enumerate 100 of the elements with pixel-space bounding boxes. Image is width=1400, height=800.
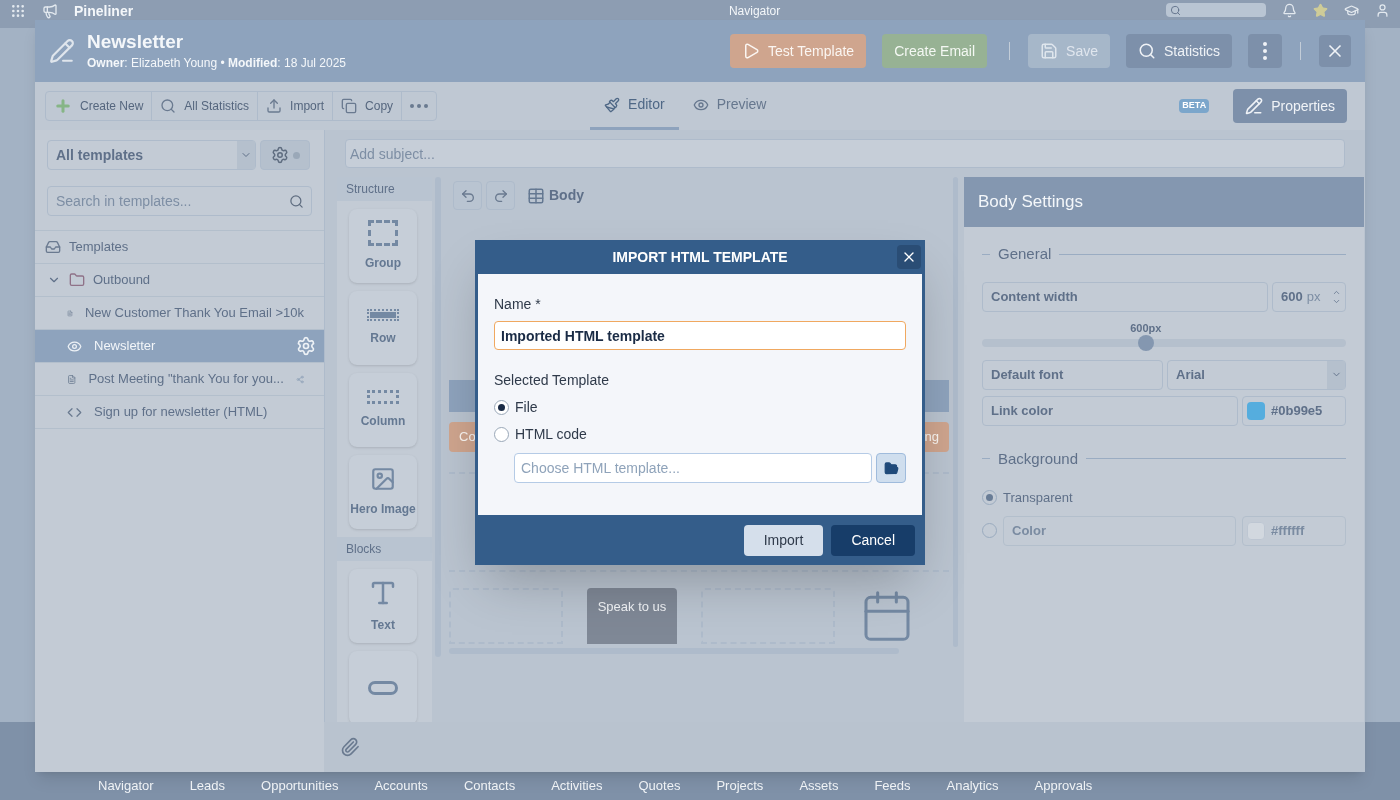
nav-item[interactable]: Analytics — [946, 775, 999, 795]
megaphone-icon[interactable] — [42, 3, 58, 19]
search-icon — [160, 98, 177, 114]
nav-item[interactable]: Quotes — [638, 775, 681, 795]
field-label: Selected Template — [494, 371, 610, 390]
properties-button[interactable]: Properties — [1233, 89, 1347, 123]
slider-reading: 600px — [1130, 320, 1162, 336]
radio-button[interactable] — [494, 427, 509, 442]
upload-icon — [266, 98, 283, 114]
play-icon — [742, 42, 760, 60]
nav-item[interactable]: Opportunities — [261, 775, 339, 795]
template-item[interactable]: Post Meeting "thank You for you... — [35, 363, 324, 396]
color-swatch-icon — [1247, 401, 1265, 420]
section-title: Background — [998, 448, 1079, 469]
settings-icon — [270, 146, 289, 164]
field-label: Color — [1003, 515, 1236, 546]
page-title: Navigator — [728, 3, 781, 19]
tree-folder[interactable]: Outbound — [35, 264, 324, 297]
file-field[interactable]: Choose HTML template... — [514, 453, 872, 483]
palette-block[interactable]: Hero Image — [349, 455, 417, 529]
settings-icon[interactable] — [296, 336, 316, 356]
template-name: New Customer Thank You Email >10k — [84, 304, 304, 323]
dashed-square-icon — [368, 220, 398, 246]
toolbar-button[interactable]: All Statistics — [152, 92, 259, 120]
nav-item[interactable]: Contacts — [463, 775, 516, 795]
redo-button[interactable] — [486, 181, 515, 210]
color-field[interactable]: #ffffff — [1242, 515, 1346, 546]
palette-block[interactable]: Text — [349, 569, 417, 643]
search-icon — [1138, 42, 1156, 60]
template-item[interactable]: Sign up for newsletter (HTML) — [35, 396, 324, 429]
column-icon — [367, 390, 399, 404]
folder-icon — [69, 272, 85, 288]
search-field[interactable]: Search in templates... — [47, 186, 312, 216]
subject-field[interactable]: Add subject... — [345, 139, 1345, 168]
template-item[interactable]: Newsletter — [35, 330, 324, 363]
header-button[interactable]: Test Template — [730, 34, 867, 68]
radio-button[interactable] — [494, 400, 509, 415]
toolbar-button[interactable]: Copy — [333, 92, 403, 120]
header-button[interactable]: Create Email — [882, 34, 988, 68]
header-button[interactable]: Statistics — [1126, 34, 1232, 68]
settings-button[interactable] — [260, 140, 310, 170]
table-icon — [527, 186, 545, 205]
apps-icon[interactable] — [10, 3, 26, 19]
nav-item[interactable]: Assets — [799, 775, 839, 795]
tree-folder[interactable]: Templates — [35, 231, 324, 264]
radio-label: Transparent — [1003, 489, 1073, 507]
palette-block[interactable]: Row — [349, 291, 417, 365]
speak-button[interactable]: Speak to us — [587, 588, 677, 644]
filter-select[interactable]: All templates — [47, 140, 256, 170]
nav-item[interactable]: Navigator — [98, 775, 154, 795]
panel-header: Body Settings — [964, 177, 1364, 227]
nav-item[interactable]: Approvals — [1034, 775, 1093, 795]
eye-icon — [67, 338, 82, 354]
toolbar-button[interactable]: Import — [258, 92, 334, 120]
paperclip-icon[interactable] — [340, 737, 360, 757]
breadcrumb: Body — [549, 186, 584, 205]
dialog-title: IMPORT HTML TEMPLATE — [612, 247, 788, 267]
beta-badge: BETA — [1179, 99, 1210, 113]
field-label: Default font — [982, 359, 1163, 390]
search-icon — [1170, 4, 1181, 16]
browse-button[interactable] — [876, 453, 906, 483]
palette-block[interactable]: Column — [349, 373, 417, 447]
row-icon — [367, 309, 399, 321]
field-label: Link color — [982, 395, 1238, 426]
template-name: Post Meeting "thank You for you... — [88, 370, 284, 389]
folder-icon — [883, 460, 899, 476]
dialog-button[interactable]: Cancel — [831, 524, 915, 556]
palette-section-title: Blocks — [337, 537, 432, 561]
close-button[interactable] — [897, 245, 921, 269]
nav-item[interactable]: Accounts — [374, 775, 428, 795]
search-icon — [289, 194, 304, 209]
more-button[interactable] — [1248, 34, 1282, 68]
nav-item[interactable]: Leads — [189, 775, 226, 795]
palette-block[interactable]: Group — [349, 209, 417, 283]
dialog-button[interactable]: Import — [743, 524, 824, 556]
color-field[interactable]: #0b99e5 — [1242, 395, 1346, 426]
template-name: Newsletter — [94, 337, 156, 356]
save-icon — [1040, 42, 1059, 60]
nav-item[interactable]: Feeds — [874, 775, 911, 795]
font-select[interactable]: Arial — [1167, 359, 1346, 390]
nav-item[interactable]: Projects — [716, 775, 764, 795]
undo-button[interactable] — [453, 181, 482, 210]
star-icon[interactable] — [1313, 3, 1328, 18]
radio-label: HTML code — [515, 425, 587, 444]
user-icon[interactable] — [1375, 3, 1390, 18]
slider-thumb[interactable] — [1137, 334, 1154, 351]
palette-section-title: Structure — [337, 177, 432, 201]
number-field[interactable]: 600 px — [1272, 281, 1346, 312]
search-field[interactable] — [1166, 3, 1266, 17]
bell-icon[interactable] — [1282, 3, 1297, 18]
palette-block[interactable] — [349, 651, 417, 722]
graduation-cap-icon[interactable] — [1344, 3, 1359, 18]
tree-label: Outbound — [93, 271, 151, 290]
toolbar-button[interactable]: Create New — [46, 92, 153, 120]
field-label: Content width — [982, 281, 1268, 312]
tree-label: Templates — [69, 238, 129, 257]
editor-tab[interactable]: Preview — [678, 82, 781, 130]
name-field[interactable]: Imported HTML template — [494, 321, 906, 350]
nav-item[interactable]: Activities — [551, 775, 603, 795]
template-name: Sign up for newsletter (HTML) — [94, 403, 268, 422]
